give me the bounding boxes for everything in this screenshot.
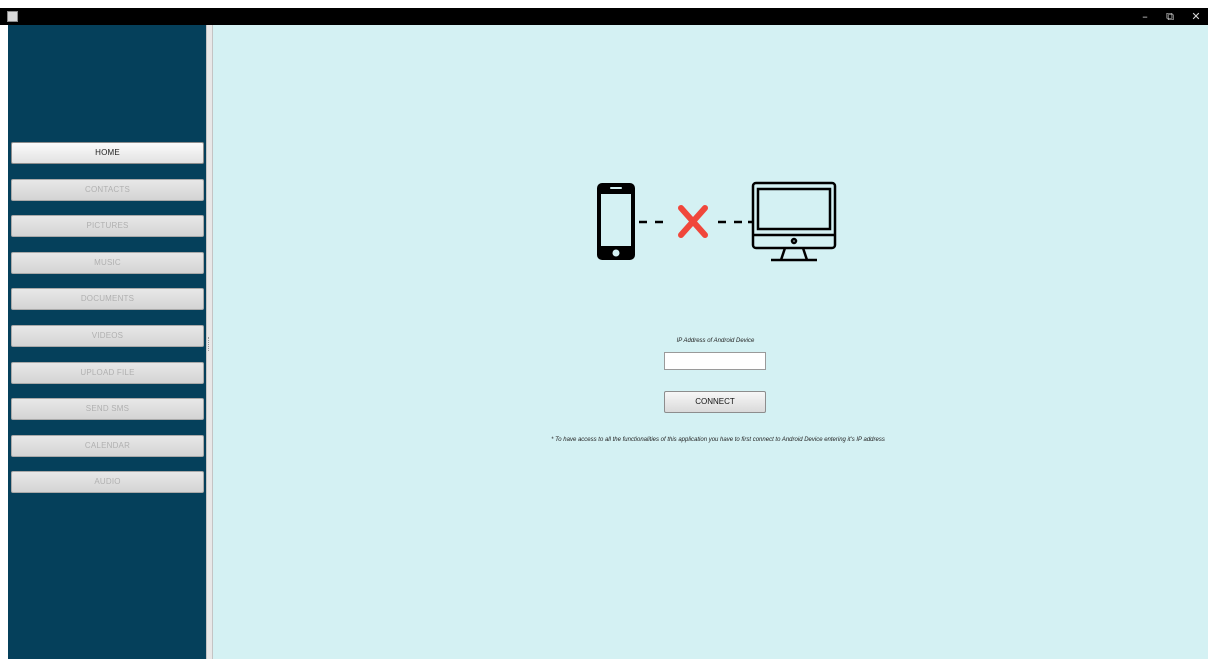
sidebar-item-send-sms[interactable]: SEND SMS: [11, 398, 204, 420]
sidebar-item-documents[interactable]: DOCUMENTS: [11, 288, 204, 310]
divider-grip[interactable]: [208, 337, 212, 351]
connection-status-illustration: [597, 181, 837, 262]
title-bar: – ⧉ ✕: [0, 0, 1208, 25]
disconnected-x-icon: [678, 205, 708, 238]
close-button[interactable]: ✕: [1184, 8, 1208, 25]
ip-address-input[interactable]: [664, 352, 766, 370]
smartphone-icon: [597, 183, 635, 260]
maximize-button[interactable]: ⧉: [1158, 8, 1182, 25]
sidebar-item-contacts[interactable]: CONTACTS: [11, 179, 204, 201]
connect-button[interactable]: CONNECT: [664, 391, 766, 413]
connection-instructions-note: * To have access to all the functionalit…: [551, 437, 885, 443]
ip-address-label: IP Address of Android Device: [676, 338, 755, 344]
split-pane-divider[interactable]: [206, 25, 213, 659]
monitor-icon: [751, 181, 837, 262]
minimize-button[interactable]: –: [1133, 8, 1157, 25]
main-panel: IP Address of Android Device CONNECT * T…: [213, 25, 1208, 659]
java-app-icon: [7, 11, 18, 22]
sidebar-item-videos[interactable]: VIDEOS: [11, 325, 204, 347]
sidebar-item-calendar[interactable]: CALENDAR: [11, 435, 204, 457]
sidebar-item-pictures[interactable]: PICTURES: [11, 215, 204, 237]
title-bar-strip: [0, 8, 1208, 25]
sidebar-item-music[interactable]: MUSIC: [11, 252, 204, 274]
sidebar-item-upload-file[interactable]: UPLOAD FILE: [11, 362, 204, 384]
sidebar-item-home[interactable]: HOME: [11, 142, 204, 164]
sidebar-item-audio[interactable]: AUDIO: [11, 471, 204, 493]
window-frame: [0, 25, 8, 659]
